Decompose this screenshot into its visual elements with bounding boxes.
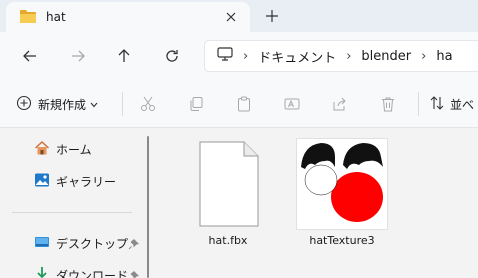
toolbar-divider <box>418 92 419 116</box>
cut-icon[interactable] <box>138 94 158 114</box>
file-item[interactable]: hatTexture3 <box>292 138 392 247</box>
navigation-pane: ホーム ギャラリー デスクトップ ダウンロード <box>0 128 150 278</box>
sidebar-item-label: デスクトップ <box>56 236 129 251</box>
breadcrumb-blender[interactable]: blender <box>361 49 411 64</box>
new-tab-icon[interactable] <box>262 6 282 26</box>
this-pc-icon[interactable] <box>217 47 233 65</box>
toolbar-divider <box>122 92 123 116</box>
rename-icon[interactable] <box>282 94 302 114</box>
sidebar-item-home[interactable]: ホーム <box>34 138 92 160</box>
close-tab-icon[interactable] <box>222 8 240 26</box>
up-arrow-icon[interactable] <box>112 44 136 68</box>
breadcrumb-chevron-icon[interactable]: › <box>421 49 426 64</box>
tab-hat[interactable]: hat <box>6 2 250 32</box>
tab-title: hat <box>46 10 66 24</box>
share-icon[interactable] <box>330 94 350 114</box>
image-thumbnail <box>296 138 388 230</box>
file-view: hat.fbx hatTexture3 <box>152 128 478 278</box>
plus-circle-icon <box>16 95 32 114</box>
forward-arrow-icon[interactable] <box>66 44 90 68</box>
title-bar: hat <box>0 0 478 32</box>
sidebar-item-label: ギャラリー <box>56 174 117 189</box>
sort-button-label: 並べ <box>450 97 475 112</box>
sidebar-item-gallery[interactable]: ギャラリー <box>34 170 116 192</box>
breadcrumb-hat[interactable]: ha <box>436 49 452 64</box>
refresh-icon[interactable] <box>160 44 184 68</box>
gallery-icon <box>34 172 50 191</box>
file-name: hatTexture3 <box>309 234 375 247</box>
new-button-label: 新規作成 <box>38 97 87 112</box>
folder-icon <box>20 9 36 26</box>
navigation-bar: › ドキュメント › blender › ha <box>0 32 478 80</box>
download-icon <box>34 266 50 278</box>
desktop-icon <box>34 235 50 252</box>
paste-icon[interactable] <box>234 94 254 114</box>
chevron-down-icon <box>90 97 98 111</box>
home-icon <box>34 140 50 159</box>
command-bar: 新規作成 並べ <box>0 80 478 128</box>
breadcrumb-chevron-icon[interactable]: › <box>346 49 351 64</box>
breadcrumb-documents[interactable]: ドキュメント <box>258 47 336 66</box>
pin-icon[interactable] <box>128 238 140 250</box>
sidebar-divider <box>12 212 132 213</box>
sort-arrows-icon <box>430 95 444 113</box>
pin-icon[interactable] <box>128 270 140 278</box>
sidebar-scrollbar[interactable] <box>147 136 149 278</box>
address-bar[interactable]: › ドキュメント › blender › ha <box>204 40 478 72</box>
sort-button[interactable]: 並べ <box>430 92 474 116</box>
file-item[interactable]: hat.fbx <box>178 138 278 247</box>
back-arrow-icon[interactable] <box>18 44 42 68</box>
sidebar-item-label: ホーム <box>56 142 92 157</box>
delete-icon[interactable] <box>378 94 398 114</box>
sidebar-item-desktop[interactable]: デスクトップ <box>34 232 128 254</box>
new-button[interactable]: 新規作成 <box>16 92 98 116</box>
sidebar-item-downloads[interactable]: ダウンロード <box>34 264 128 278</box>
file-name: hat.fbx <box>208 234 248 247</box>
sidebar-item-label: ダウンロード <box>56 268 129 278</box>
generic-file-icon <box>182 138 274 230</box>
breadcrumb-chevron-icon[interactable]: › <box>243 49 248 64</box>
copy-icon[interactable] <box>186 94 206 114</box>
